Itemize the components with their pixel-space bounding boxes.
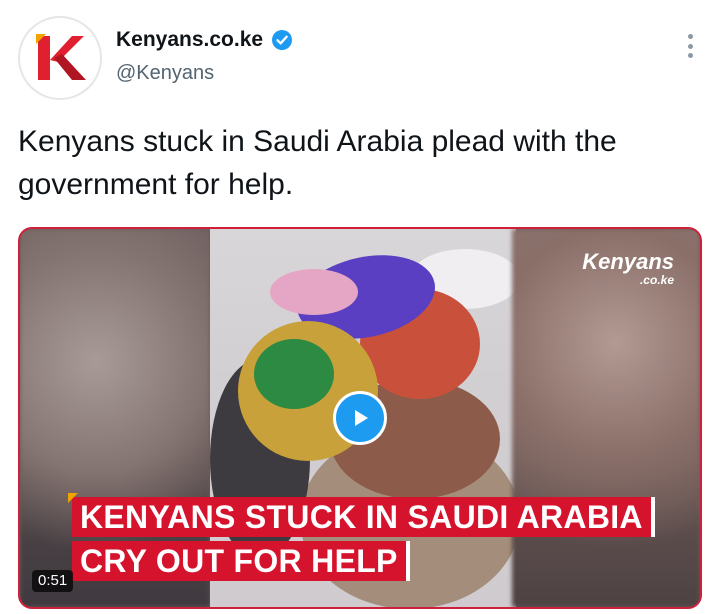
play-button[interactable] (333, 391, 387, 445)
author-block: Kenyans.co.ke @Kenyans (116, 28, 293, 85)
account-handle[interactable]: @Kenyans (116, 62, 293, 85)
watermark-bottom: .co.ke (639, 273, 674, 287)
play-icon (355, 410, 368, 426)
video-caption: KENYANS STUCK IN SAUDI ARABIA CRY OUT FO… (68, 493, 655, 585)
caption-line-2: CRY OUT FOR HELP (72, 541, 410, 581)
avatar[interactable] (18, 16, 102, 100)
verified-badge-icon (272, 30, 293, 50)
account-name[interactable]: Kenyans.co.ke (116, 28, 263, 52)
caption-line-1: KENYANS STUCK IN SAUDI ARABIA (72, 497, 655, 537)
watermark-top: Kenyans (582, 249, 674, 274)
video-watermark: Kenyans .co.ke (582, 249, 674, 288)
caption-accent-mark (68, 493, 78, 503)
video-duration: 0:51 (32, 570, 74, 592)
kenyans-logo-icon (36, 34, 86, 80)
more-options-icon[interactable] (684, 34, 696, 58)
tweet-card[interactable]: Kenyans.co.ke @Kenyans Kenyans stuck in … (0, 0, 720, 614)
video-player[interactable]: Kenyans .co.ke KENYANS STUCK IN SAUDI AR… (18, 227, 702, 609)
tweet-text: Kenyans stuck in Saudi Arabia plead with… (18, 125, 617, 201)
